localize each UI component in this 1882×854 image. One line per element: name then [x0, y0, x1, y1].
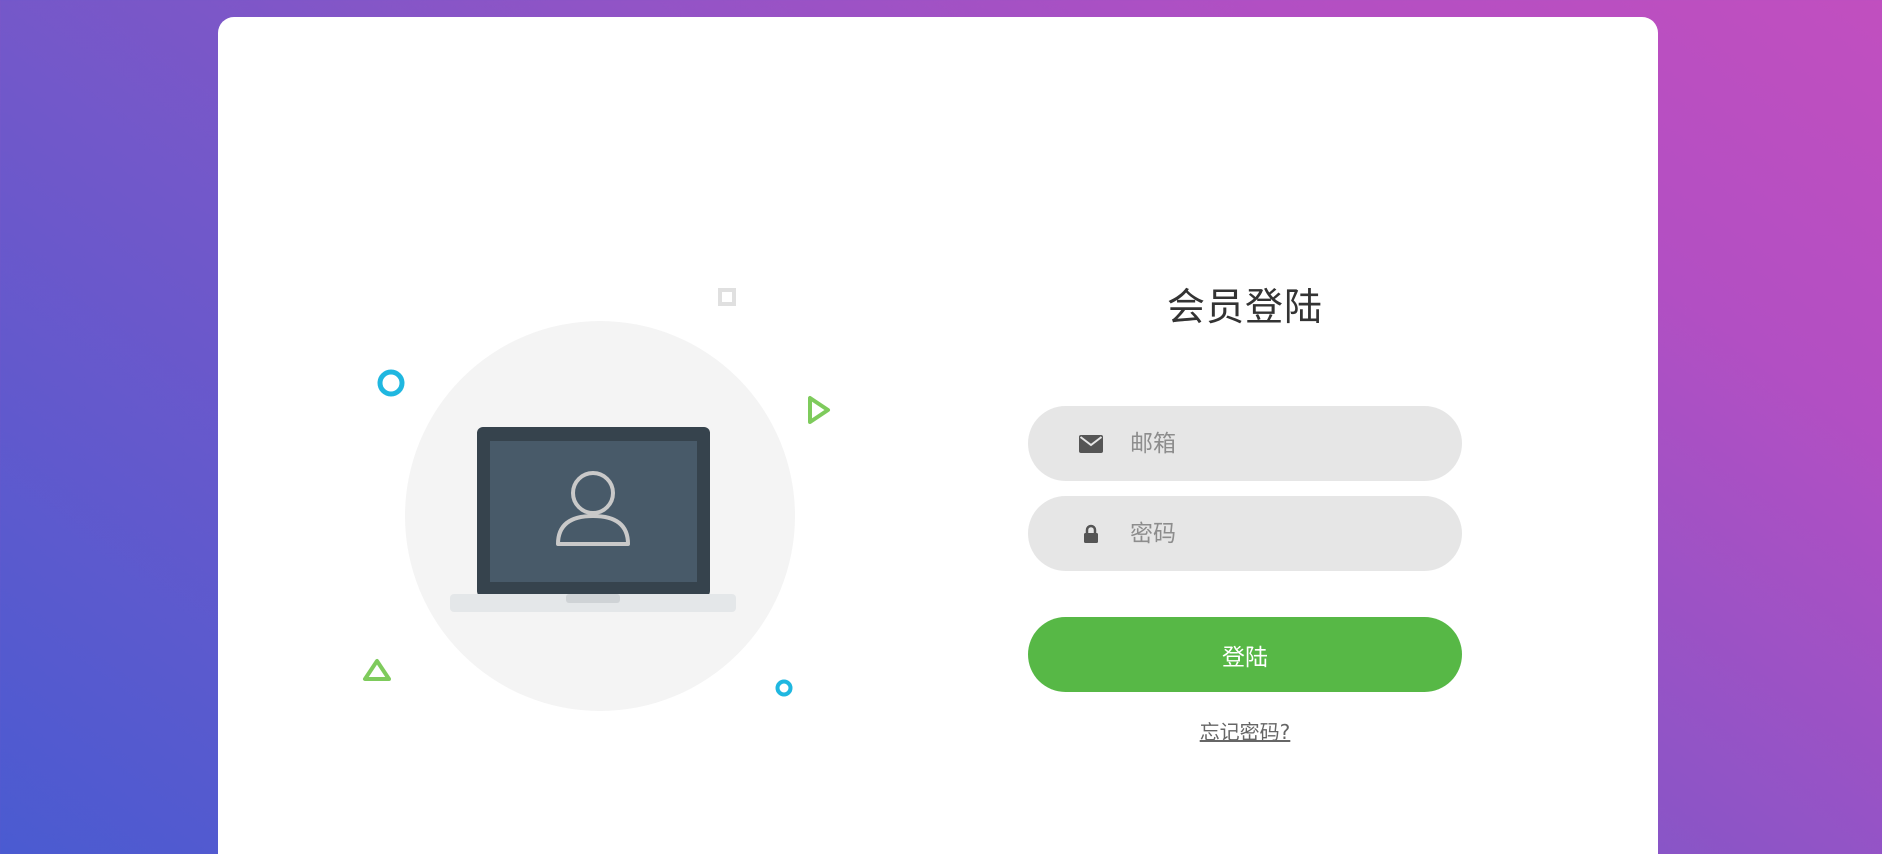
envelope-icon [1078, 431, 1104, 457]
forgot-password-link[interactable]: 忘记密码? [1028, 716, 1462, 745]
email-field[interactable] [1028, 406, 1462, 481]
login-title: 会员登陆 [1166, 285, 1323, 329]
password-field[interactable] [1028, 496, 1462, 571]
lock-icon [1078, 521, 1104, 547]
email-input[interactable] [1128, 412, 1462, 475]
login-button[interactable]: 登陆 [1028, 617, 1462, 692]
password-input[interactable] [1128, 502, 1462, 565]
